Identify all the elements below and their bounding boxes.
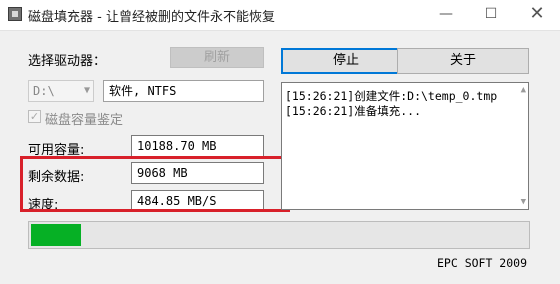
drive-select-label: 选择驱动器： (28, 54, 107, 69)
highlight-box (20, 156, 290, 212)
log-line: [15:26:21]准备填充... (285, 104, 422, 118)
title-bar: 磁盘填充器 - 让曾经被删的文件永不能恢复 — ☐ ✕ (0, 0, 560, 31)
log-line: [15:26:21]创建文件:D:\temp_0.tmp (285, 89, 498, 103)
maximize-button[interactable]: ☐ (468, 0, 514, 30)
footer-copyright: EPC SOFT 2009 (437, 256, 528, 270)
app-icon (8, 7, 22, 21)
progress-bar (28, 221, 530, 249)
drive-select-value: D:\ (33, 84, 55, 98)
drive-select[interactable]: D:\ ▼ (28, 80, 94, 102)
log-area[interactable]: [15:26:21]创建文件:D:\temp_0.tmp [15:26:21]准… (281, 82, 529, 210)
close-button[interactable]: ✕ (514, 0, 560, 30)
about-button[interactable]: 关于 (397, 48, 529, 74)
chevron-down-icon: ▼ (83, 85, 90, 96)
window-title: 磁盘填充器 - 让曾经被删的文件永不能恢复 (28, 10, 275, 25)
available-capacity-field: 10188.70 MB (131, 135, 264, 157)
capacity-checkbox[interactable]: ✓ (28, 110, 41, 123)
scroll-down-icon[interactable]: ▼ (521, 197, 526, 207)
drive-info-field: 软件, NTFS (103, 80, 264, 102)
capacity-checkbox-label: 磁盘容量鉴定 (45, 113, 124, 128)
refresh-button[interactable]: 刷新 (170, 47, 264, 68)
progress-fill (31, 224, 81, 246)
scroll-up-icon[interactable]: ▲ (521, 85, 526, 95)
stop-button[interactable]: 停止 (281, 48, 411, 74)
minimize-button[interactable]: — (423, 0, 469, 30)
